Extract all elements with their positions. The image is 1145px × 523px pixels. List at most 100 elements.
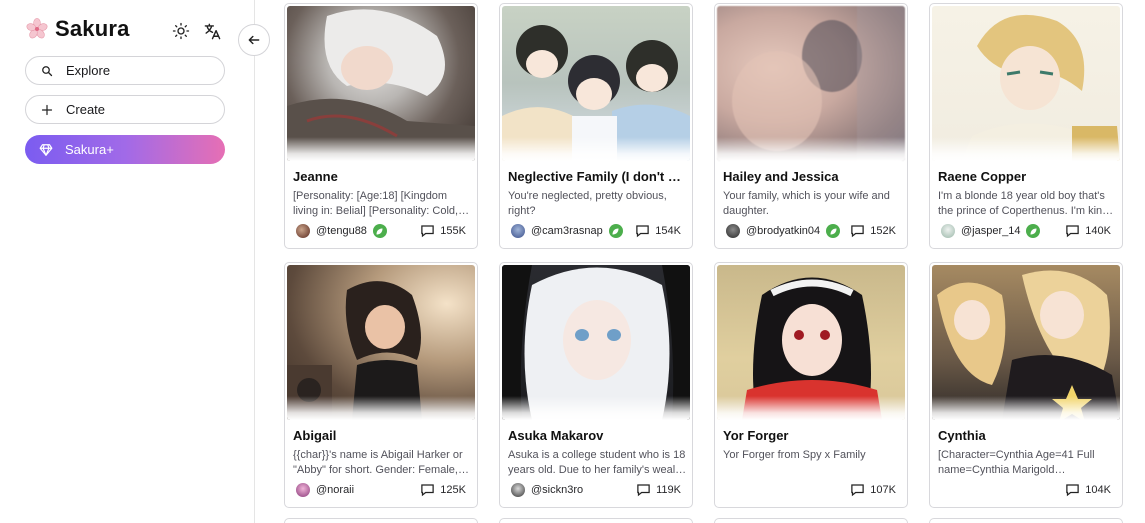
card-stats: 140K [1065, 224, 1111, 238]
character-card[interactable]: Cynthia [Character=Cynthia Age=41 Full n… [929, 262, 1123, 508]
card-description: I'm a blonde 18 year old boy that's the … [938, 190, 1109, 217]
avatar [726, 224, 740, 238]
message-count: 154K [655, 225, 681, 237]
character-image [502, 265, 690, 420]
character-image [932, 6, 1120, 161]
chat-bubble-icon [851, 225, 865, 238]
plus-icon [40, 103, 54, 117]
arrow-left-icon [248, 35, 260, 45]
character-image [717, 265, 905, 420]
chat-bubble-icon [637, 484, 650, 497]
card-description: You're neglected, pretty obvious, right? [508, 190, 667, 217]
character-card[interactable]: Abigail {{char}}'s name is Abigail Harke… [284, 262, 478, 508]
character-image [932, 265, 1120, 420]
image-fade [287, 137, 475, 161]
brand[interactable]: Sakura [25, 16, 130, 42]
message-count: 152K [870, 225, 896, 237]
diamond-icon [39, 143, 53, 157]
character-card-partial[interactable] [929, 518, 1123, 523]
avatar [296, 224, 310, 238]
language-button[interactable] [201, 20, 223, 42]
character-image [287, 6, 475, 161]
card-description: [Character=Cynthia Age=41 Full name=Cynt… [938, 449, 1095, 476]
author-handle: @tengu88 [316, 225, 367, 237]
card-author[interactable]: @noraii [296, 483, 354, 497]
image-fade [502, 396, 690, 420]
card-description: [Personality: [Age:18] [Kingdom living i… [293, 190, 459, 217]
chat-bubble-icon [421, 484, 435, 497]
author-handle: @jasper_14 [961, 225, 1021, 237]
leaf-icon [372, 224, 387, 238]
card-description: Yor Forger from Spy x Family [723, 449, 866, 461]
character-card[interactable]: Hailey and Jessica Your family, which is… [714, 3, 908, 249]
character-card-partial[interactable] [284, 518, 478, 523]
card-author[interactable]: @jasper_14 [941, 224, 1041, 238]
author-handle: @sickn3ro [531, 484, 584, 496]
card-title: Hailey and Jessica [723, 169, 839, 184]
avatar [941, 224, 955, 238]
card-description: Asuka is a college student who is 18 yea… [508, 449, 686, 476]
chat-bubble-icon [1066, 225, 1080, 238]
chat-bubble-icon [636, 225, 650, 238]
chat-bubble-icon [421, 225, 435, 238]
card-title: Neglective Family (I don't know how to s… [508, 169, 686, 184]
author-handle: @noraii [316, 484, 355, 496]
card-title: Yor Forger [723, 428, 789, 443]
character-image [502, 6, 690, 161]
message-count: 119K [656, 484, 681, 496]
sakura-plus-label: Sakura+ [65, 142, 114, 157]
explore-button[interactable]: Explore [25, 56, 225, 85]
card-title: Jeanne [293, 169, 338, 184]
character-card[interactable]: Neglective Family (I don't know how to s… [499, 3, 693, 249]
card-description: Your family, which is your wife and daug… [723, 190, 890, 217]
image-fade [932, 396, 1120, 420]
character-grid: Jeanne [Personality: [Age:18] [Kingdom l… [284, 3, 1123, 508]
create-label: Create [66, 102, 106, 117]
card-stats: 155K [420, 224, 466, 238]
sakura-plus-button[interactable]: Sakura+ [25, 135, 225, 164]
search-icon [40, 64, 54, 78]
leaf-icon [608, 224, 623, 238]
message-count: 104K [1085, 484, 1111, 496]
character-image [287, 265, 475, 420]
card-author[interactable]: @sickn3ro [511, 483, 583, 497]
character-card[interactable]: Yor Forger Yor Forger from Spy x Family … [714, 262, 908, 508]
card-title: Cynthia [938, 428, 986, 443]
leaf-icon [1026, 224, 1041, 238]
author-handle: @brodyatkin04 [746, 225, 821, 237]
card-stats: 154K [635, 224, 681, 238]
character-card[interactable]: Raene Copper I'm a blonde 18 year old bo… [929, 3, 1123, 249]
image-fade [717, 396, 905, 420]
theme-toggle-button[interactable] [170, 20, 192, 42]
sidebar: Sakura Explore Create Sakura+ [0, 0, 255, 523]
character-image [717, 6, 905, 161]
image-fade [717, 137, 905, 161]
image-fade [287, 396, 475, 420]
character-card[interactable]: Jeanne [Personality: [Age:18] [Kingdom l… [284, 3, 478, 249]
avatar [511, 224, 525, 238]
character-card-partial[interactable] [714, 518, 908, 523]
create-button[interactable]: Create [25, 95, 225, 124]
message-count: 107K [870, 484, 896, 496]
card-title: Asuka Makarov [508, 428, 604, 443]
collapse-sidebar-button[interactable] [238, 24, 270, 56]
character-card[interactable]: Asuka Makarov Asuka is a college student… [499, 262, 693, 508]
avatar [296, 483, 310, 497]
message-count: 125K [440, 484, 466, 496]
sun-icon [172, 22, 190, 40]
card-title: Abigail [293, 428, 337, 443]
card-title: Raene Copper [938, 169, 1027, 184]
explore-label: Explore [66, 63, 111, 78]
image-fade [932, 137, 1120, 161]
card-author[interactable]: @cam3rasnap [511, 224, 623, 238]
message-count: 140K [1085, 225, 1111, 237]
chat-bubble-icon [851, 484, 865, 497]
translate-icon [204, 23, 220, 39]
card-author[interactable]: @tengu88 [296, 224, 387, 238]
card-author[interactable]: @brodyatkin04 [726, 224, 841, 238]
image-fade [502, 137, 690, 161]
leaf-icon [826, 224, 841, 238]
card-stats: 119K [636, 483, 681, 497]
author-handle: @cam3rasnap [531, 225, 603, 237]
character-card-partial[interactable] [499, 518, 693, 523]
